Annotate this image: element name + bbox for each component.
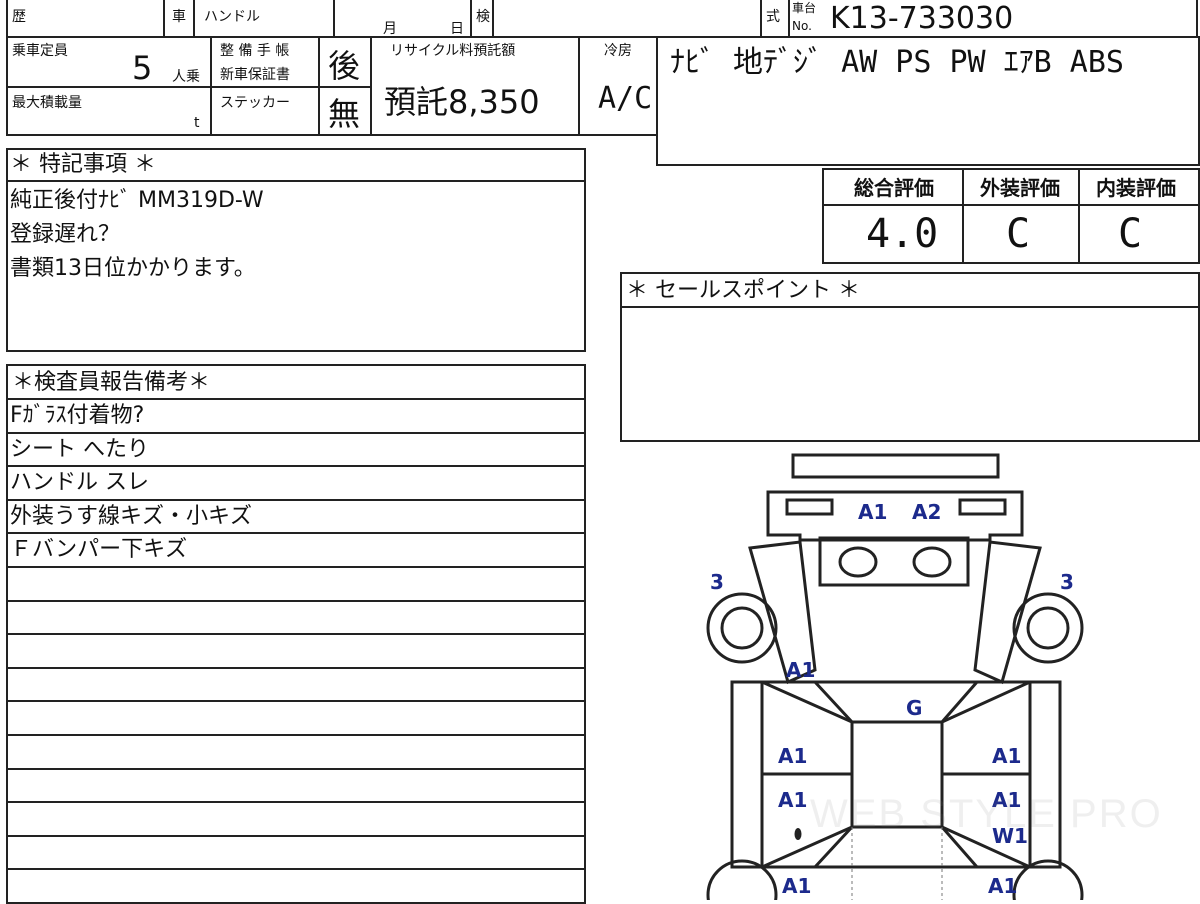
capacity-value: 5 bbox=[132, 49, 153, 87]
max-load-unit: t bbox=[194, 115, 200, 131]
ac-value: A/C bbox=[598, 81, 653, 116]
special-note-line: 登録遅れ？ bbox=[10, 222, 121, 247]
recycle-label: リサイクル料預託額 bbox=[390, 43, 516, 59]
front-right-wheel bbox=[1012, 592, 1084, 664]
maintenance-value: 後 bbox=[328, 47, 361, 85]
max-load-label: 最大積載量 bbox=[12, 95, 82, 111]
header-divider bbox=[333, 0, 335, 38]
day-label: 日 bbox=[450, 21, 464, 37]
front-left-wheel-inner bbox=[720, 606, 764, 650]
front-right-wheel-inner bbox=[1026, 606, 1070, 650]
exterior-rating-value: C bbox=[1006, 211, 1031, 257]
damage-mark-left-rear-quarter: A1 bbox=[782, 874, 812, 898]
interior-rating-label: 内装評価 bbox=[1096, 176, 1176, 200]
right-body-side bbox=[1028, 680, 1062, 869]
ac-label: 冷房 bbox=[604, 43, 632, 59]
capacity-label: 乗車定員 bbox=[12, 43, 68, 59]
model-label: 式 bbox=[766, 9, 780, 25]
chassis-label-top: 車台 bbox=[792, 1, 817, 15]
special-note-line: 純正後付ﾅﾋﾞ MM319D-W bbox=[10, 188, 264, 213]
special-notes-box bbox=[6, 148, 586, 352]
damage-dot bbox=[794, 828, 802, 840]
interior-rating-value: C bbox=[1118, 211, 1143, 257]
headlight-right bbox=[958, 498, 1007, 516]
watermark: WEB STYLE PRO bbox=[810, 792, 1163, 836]
sales-points-title: ＊ セールスポイント ＊ bbox=[626, 278, 860, 303]
damage-mark-left-front-door: A1 bbox=[778, 744, 808, 768]
header-divider bbox=[788, 0, 790, 38]
inspector-note-row bbox=[6, 736, 584, 770]
header-divider bbox=[193, 0, 195, 38]
hood-circle bbox=[838, 546, 878, 578]
inspector-note-row bbox=[6, 568, 584, 602]
damage-mark-left-rear-door: A1 bbox=[778, 788, 808, 812]
sticker-value: 無 bbox=[328, 95, 361, 133]
recycle-value: 預託8,350 bbox=[384, 83, 540, 121]
header-divider bbox=[492, 0, 494, 38]
inspector-note-row: 外装うす線キズ・小キズ bbox=[6, 501, 584, 535]
handle-label: ハンドル bbox=[204, 9, 260, 25]
sales-points-title-divider bbox=[620, 306, 1200, 308]
damage-mark-right-front-door: A1 bbox=[992, 744, 1022, 768]
right-fender bbox=[973, 540, 1042, 685]
inspector-note-row bbox=[6, 803, 584, 837]
hood-circle bbox=[912, 546, 952, 578]
month-label: 月 bbox=[383, 21, 397, 37]
inspector-note-row bbox=[6, 837, 584, 871]
header-divider bbox=[163, 0, 165, 38]
inspector-note-row: シート へたり bbox=[6, 434, 584, 468]
inspector-note-row: Fｶﾞﾗｽ付着物? bbox=[6, 400, 584, 434]
equipment-list: ﾅﾋﾞ 地ﾃﾞｼﾞ AW PS PW ｴｱB ABS bbox=[670, 45, 1124, 80]
inspector-note-row: ハンドル スレ bbox=[6, 467, 584, 501]
capacity-unit: 人乗 bbox=[172, 69, 200, 85]
front-left-wheel bbox=[706, 592, 778, 664]
damage-mark-front-bumper-left: A1 bbox=[858, 500, 888, 524]
car-label: 車 bbox=[172, 9, 186, 25]
chassis-label-bottom: No. bbox=[792, 19, 812, 33]
spec-vdivider bbox=[210, 36, 212, 136]
ratings-divider bbox=[822, 204, 1200, 206]
inspector-note-row bbox=[6, 870, 584, 904]
exterior-rating-label: 外装評価 bbox=[980, 176, 1060, 200]
damage-mark-right-rear-quarter: A1 bbox=[988, 874, 1018, 898]
history-label: 歴 bbox=[12, 9, 26, 25]
maintenance-label: 整 備 手 帳 bbox=[220, 43, 290, 59]
ratings-divider bbox=[962, 168, 964, 264]
spec-hdivider bbox=[318, 86, 370, 88]
ratings-divider bbox=[1078, 168, 1080, 264]
left-body-side bbox=[730, 680, 764, 869]
damage-mark-front-right-wheel: 3 bbox=[1060, 570, 1074, 594]
inspector-note-row bbox=[6, 770, 584, 804]
header-divider bbox=[760, 0, 762, 38]
special-notes-title-divider bbox=[6, 180, 586, 182]
special-notes-title: ＊ 特記事項 ＊ bbox=[10, 152, 156, 177]
inspector-notes-title: ＊検査員報告備考＊ bbox=[12, 370, 211, 395]
sticker-label: ステッカー bbox=[220, 95, 290, 111]
inspection-label: 検 bbox=[476, 9, 490, 25]
overall-rating-value: 4.0 bbox=[866, 211, 939, 257]
front-bumper-bar bbox=[791, 453, 1000, 479]
damage-mark-front-left-wheel: 3 bbox=[710, 570, 724, 594]
damage-mark-front-bumper-right: A2 bbox=[912, 500, 942, 524]
chassis-number: K13-733030 bbox=[830, 1, 1014, 36]
inspector-note-row bbox=[6, 635, 584, 669]
spec-vdivider bbox=[370, 36, 372, 136]
inspector-note-row bbox=[6, 669, 584, 703]
damage-mark-roof: G bbox=[906, 696, 923, 720]
spec-hdivider bbox=[6, 86, 326, 88]
damage-mark-left-pillar: A1 bbox=[786, 658, 816, 682]
special-note-line: 書類13日位かかります。 bbox=[10, 256, 256, 281]
inspector-note-row bbox=[6, 602, 584, 636]
overall-rating-label: 総合評価 bbox=[854, 176, 934, 200]
inspector-note-row bbox=[6, 702, 584, 736]
headlight-left bbox=[785, 498, 834, 516]
header-divider bbox=[470, 0, 472, 38]
inspector-note-row: Ｆバンパー下キズ bbox=[6, 534, 584, 568]
hood bbox=[818, 536, 970, 587]
warranty-label: 新車保証書 bbox=[220, 67, 290, 83]
spec-vdivider bbox=[578, 36, 580, 136]
